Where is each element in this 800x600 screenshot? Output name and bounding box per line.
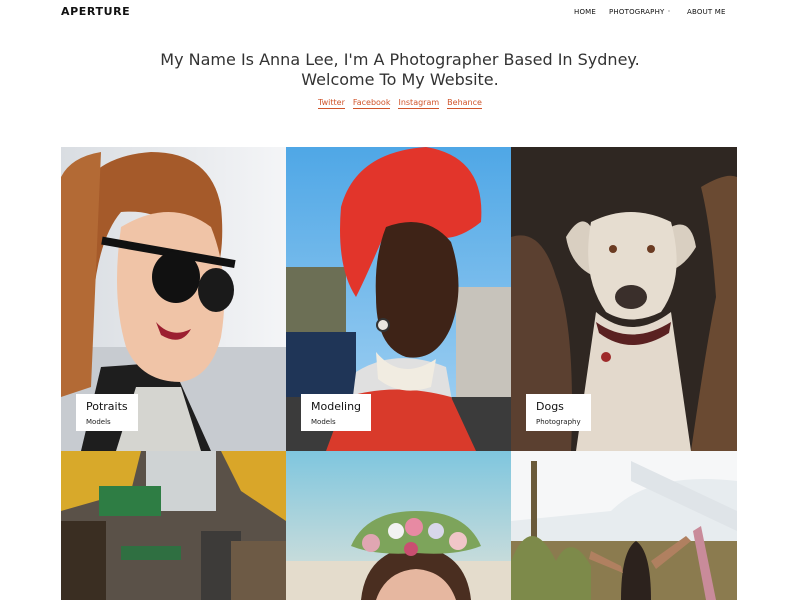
gallery-grid: Potraits Models Modeling Models Dogs Pho…: [61, 147, 737, 600]
nav-photography-link[interactable]: PHOTOGRAPHY: [609, 8, 665, 16]
gallery-tile-yoga[interactable]: [511, 451, 737, 600]
behance-link[interactable]: Behance: [447, 98, 482, 109]
gallery-title[interactable]: Dogs: [536, 400, 581, 413]
facebook-link[interactable]: Facebook: [352, 98, 391, 109]
gallery-caption: Modeling Models: [301, 394, 372, 431]
twitter-link[interactable]: Twitter: [318, 98, 345, 109]
gallery-category[interactable]: Models: [86, 418, 128, 426]
nav-about-link[interactable]: ABOUT ME: [687, 8, 726, 16]
gallery-caption: Dogs Photography: [526, 394, 591, 431]
main-nav: HOME PHOTOGRAPHY ABOUT ME: [0, 8, 800, 20]
gallery-tile-dogs[interactable]: Dogs Photography: [511, 147, 737, 451]
gallery-title[interactable]: Modeling: [311, 400, 361, 413]
gallery-tile-portraits[interactable]: Potraits Models: [61, 147, 286, 451]
hero-line-1: My Name Is Anna Lee, I'm A Photographer …: [160, 50, 640, 69]
nav-home-link[interactable]: HOME: [574, 8, 596, 16]
dropdown-indicator-icon: [668, 10, 670, 12]
social-links: Twitter Facebook Instagram Behance: [0, 98, 800, 109]
gallery-title[interactable]: Potraits: [86, 400, 128, 413]
hero-headline: My Name Is Anna Lee, I'm A Photographer …: [0, 50, 800, 90]
hero-line-2: Welcome To My Website.: [301, 70, 499, 89]
market-photo: [61, 451, 286, 600]
instagram-link[interactable]: Instagram: [398, 98, 440, 109]
flower-crown-photo: [286, 451, 511, 600]
gallery-caption: Potraits Models: [76, 394, 138, 431]
gallery-category[interactable]: Photography: [536, 418, 581, 426]
yoga-photo: [511, 451, 737, 600]
gallery-tile-modeling[interactable]: Modeling Models: [286, 147, 511, 451]
gallery-tile-market[interactable]: [61, 451, 286, 600]
gallery-category[interactable]: Models: [311, 418, 361, 426]
gallery-tile-flower-crown[interactable]: [286, 451, 511, 600]
